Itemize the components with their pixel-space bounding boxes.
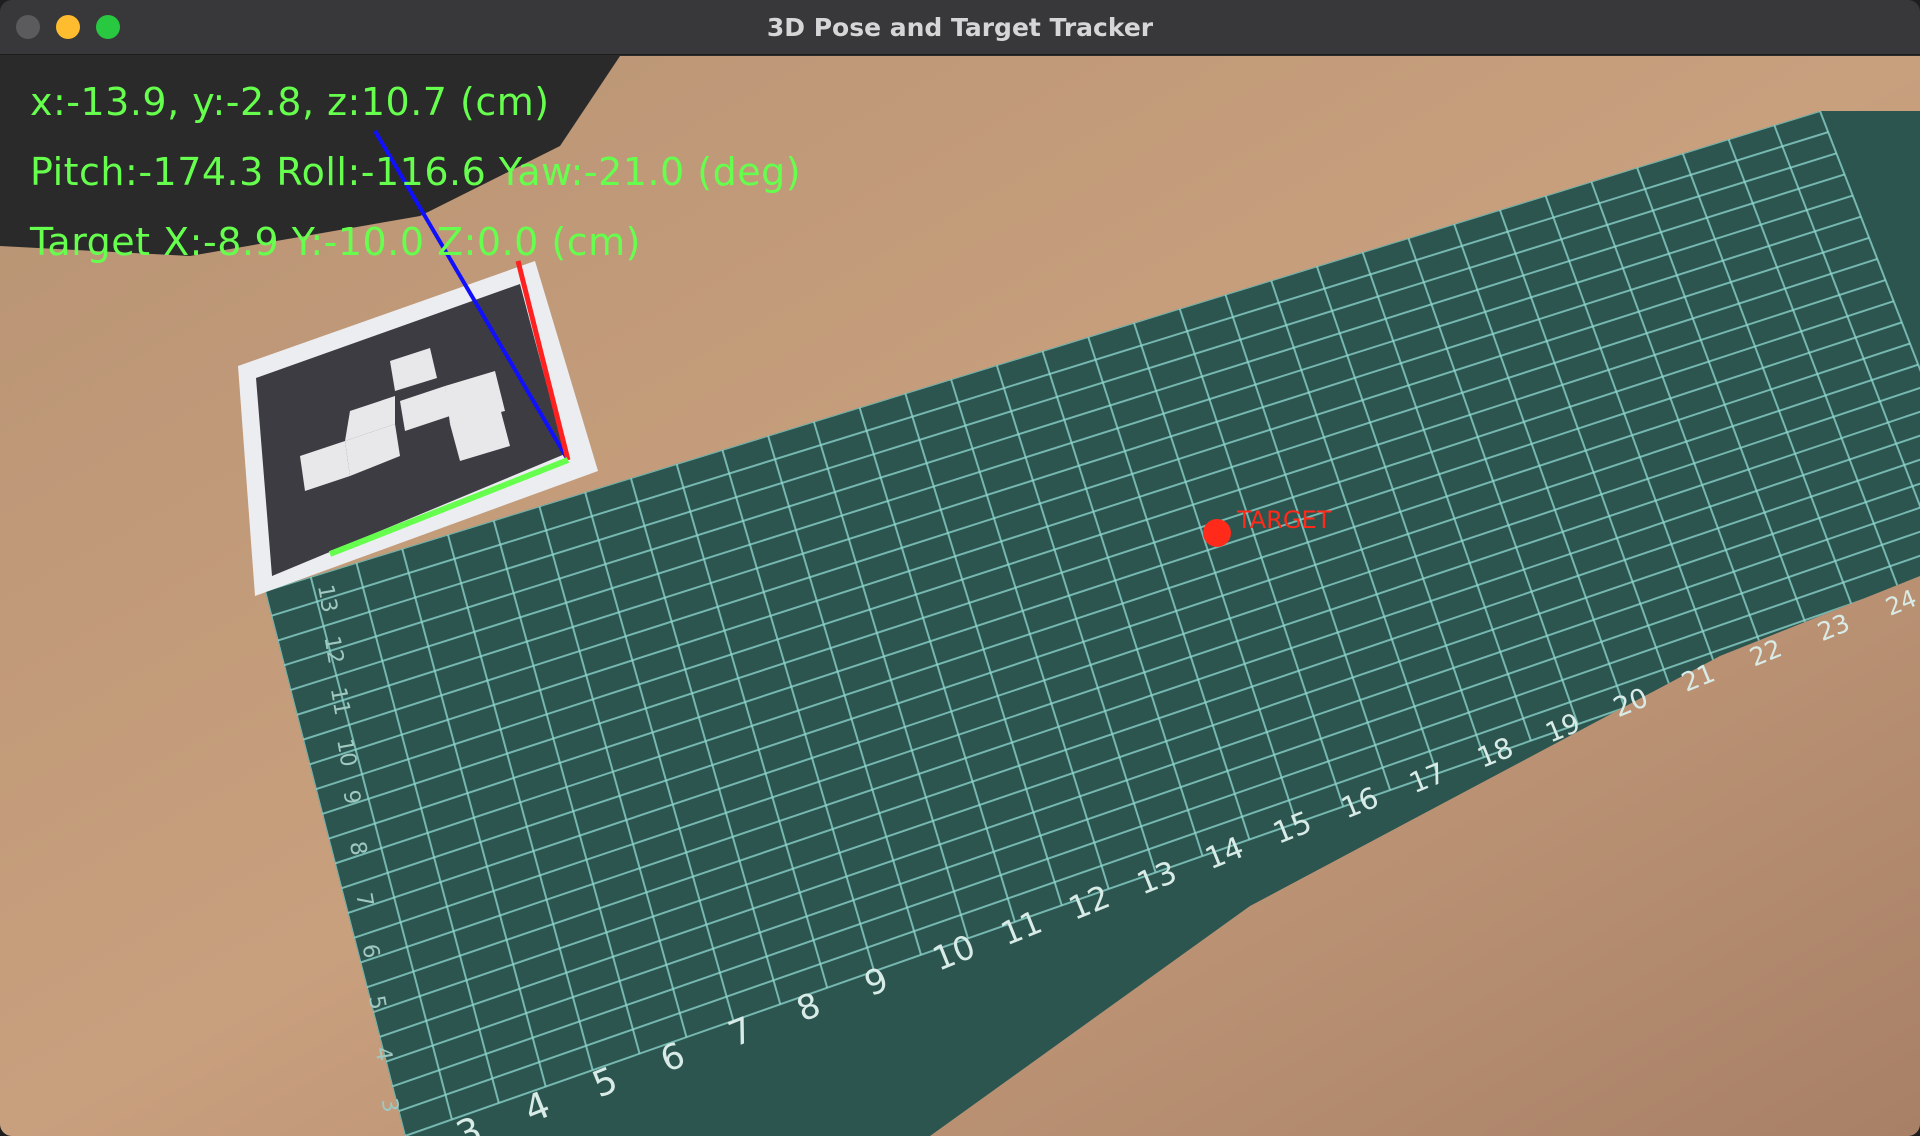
ruler-number-left: 12 [318, 634, 347, 666]
target-marker [1203, 519, 1231, 547]
camera-scene: 23456789101112131415161718192021222324 2… [0, 56, 1920, 1136]
position-readout: x:-13.9, y:-2.8, z:10.7 (cm) [30, 80, 550, 124]
app-window: 3D Pose and Target Tracker 234567891 [0, 0, 1920, 1136]
title-bar: 3D Pose and Target Tracker [0, 0, 1920, 55]
ruler-number-left: 11 [325, 685, 354, 717]
rotation-readout: Pitch:-174.3 Roll:-116.6 Yaw:-21.0 (deg) [30, 150, 802, 194]
ruler-number-left: 10 [331, 737, 360, 769]
target-label: TARGET [1237, 506, 1332, 534]
target-readout: Target X:-8.9 Y:-10.0 Z:0.0 (cm) [30, 220, 641, 264]
window-title: 3D Pose and Target Tracker [766, 13, 1154, 42]
camera-feed: 23456789101112131415161718192021222324 2… [0, 56, 1920, 1136]
ruler-number-left: 13 [312, 583, 341, 615]
